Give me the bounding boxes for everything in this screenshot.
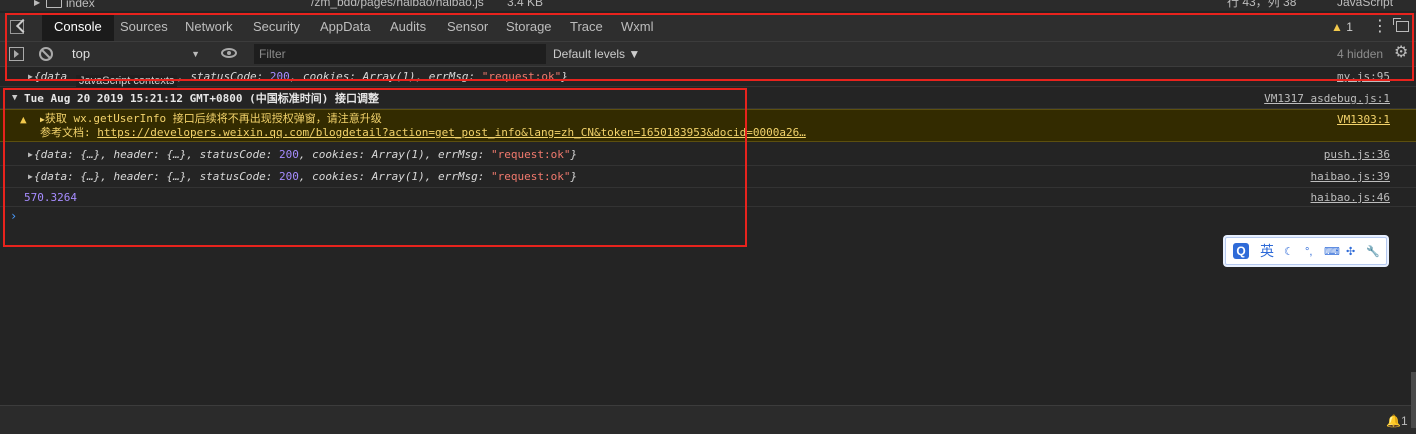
folder-icon bbox=[46, 0, 62, 8]
log-levels-dropdown[interactable]: Default levels ▼ bbox=[553, 42, 640, 66]
tab-wxml[interactable]: Wxml bbox=[609, 13, 666, 41]
warning-icon: ▲ bbox=[20, 113, 27, 126]
warning-counter[interactable]: ▲ 1 bbox=[1331, 13, 1353, 41]
console-prompt-icon[interactable]: › bbox=[10, 209, 17, 223]
source-link[interactable]: push.js:36 bbox=[1324, 144, 1390, 166]
source-link[interactable]: my.js:95 bbox=[1337, 67, 1390, 87]
hidden-count: 4 hidden bbox=[1337, 47, 1384, 61]
file-tree-row[interactable]: ▶ index bbox=[0, 0, 300, 11]
tab-sensor[interactable]: Sensor bbox=[435, 13, 500, 41]
tab-trace[interactable]: Trace bbox=[558, 13, 615, 41]
source-link[interactable]: VM1303:1 bbox=[1337, 113, 1390, 126]
ime-logo-icon[interactable]: Q bbox=[1233, 243, 1249, 259]
expand-arrow-icon[interactable]: ▶ bbox=[28, 144, 33, 166]
tab-console[interactable]: Console bbox=[42, 13, 114, 41]
file-strip: ▶ index /zm_bdd/pages/haibao/haibao.js 3… bbox=[0, 0, 1416, 11]
gear-icon[interactable]: ⚙ bbox=[1394, 45, 1408, 61]
warning-count: 1 bbox=[1346, 20, 1353, 34]
filter-input[interactable] bbox=[254, 44, 546, 64]
ime-language-toggle[interactable]: 英 bbox=[1260, 242, 1274, 260]
context-select[interactable]: top ▼ bbox=[64, 44, 206, 64]
folder-name: index bbox=[66, 0, 95, 10]
file-path: /zm_bdd/pages/haibao/haibao.js bbox=[311, 0, 484, 9]
expand-arrow-icon[interactable]: ▶ bbox=[28, 166, 33, 188]
source-link[interactable]: haibao.js:46 bbox=[1311, 188, 1390, 207]
scrollbar-thumb[interactable] bbox=[1411, 372, 1416, 428]
expand-arrow-icon[interactable]: ▶ bbox=[28, 67, 33, 87]
split-icon[interactable]: ✣ bbox=[1346, 245, 1355, 259]
log-row[interactable]: ▶ {data: {…}, header: {…}, statusCode: 2… bbox=[0, 166, 1416, 188]
show-sidebar-icon[interactable] bbox=[9, 47, 24, 61]
tab-security[interactable]: Security bbox=[241, 13, 312, 41]
console-filter-bar: top ▼ Default levels ▼ 4 hidden ⚙ bbox=[0, 42, 1416, 67]
tab-network[interactable]: Network bbox=[173, 13, 245, 41]
inspect-element-icon[interactable] bbox=[10, 20, 24, 34]
undock-icon[interactable] bbox=[1393, 18, 1409, 32]
source-link[interactable]: haibao.js:39 bbox=[1311, 166, 1390, 188]
context-value: top bbox=[72, 46, 91, 61]
clear-console-icon[interactable] bbox=[39, 47, 53, 61]
wrench-icon[interactable]: 🔧 bbox=[1366, 245, 1380, 259]
tab-sources[interactable]: Sources bbox=[108, 13, 180, 41]
devtools-tab-bar: Console Sources Network Security AppData… bbox=[0, 13, 1416, 42]
expand-arrow-icon[interactable]: ▶ bbox=[34, 0, 40, 7]
eye-icon[interactable] bbox=[221, 48, 237, 58]
more-options-icon[interactable]: ⋮ bbox=[1372, 13, 1388, 41]
log-row[interactable]: ▶ {data: {…}, header: {…}, statusCode: 2… bbox=[0, 144, 1416, 166]
tab-audits[interactable]: Audits bbox=[378, 13, 438, 41]
chevron-down-icon: ▼ bbox=[191, 49, 200, 59]
log-row-partial[interactable]: ▶ {data, statusCode: 200, cookies: Array… bbox=[0, 67, 1416, 87]
file-size: 3.4 KB bbox=[507, 0, 544, 9]
console-log[interactable]: ▶ {data, statusCode: 200, cookies: Array… bbox=[0, 67, 1416, 405]
bottom-bar: 🔔1 bbox=[0, 405, 1416, 434]
moon-icon[interactable]: ☾ bbox=[1284, 245, 1294, 259]
punctuation-icon[interactable]: °, bbox=[1305, 245, 1312, 259]
log-group-header[interactable]: ▼ Tue Aug 20 2019 15:21:12 GMT+0800 (中国标… bbox=[0, 88, 1416, 109]
tab-appdata[interactable]: AppData bbox=[308, 13, 383, 41]
source-link[interactable]: VM1317 asdebug.js:1 bbox=[1264, 88, 1390, 109]
cursor-position: 行 43，列 38 bbox=[1227, 0, 1297, 9]
number-value: 570.3264 bbox=[24, 191, 77, 204]
bell-icon[interactable]: 🔔1 bbox=[1386, 414, 1408, 428]
log-row-number[interactable]: 570.3264 haibao.js:46 bbox=[0, 188, 1416, 207]
doc-link[interactable]: https://developers.weixin.qq.com/blogdet… bbox=[97, 126, 806, 139]
collapse-arrow-icon[interactable]: ▼ bbox=[12, 88, 17, 109]
group-title: Tue Aug 20 2019 15:21:12 GMT+0800 (中国标准时… bbox=[24, 92, 380, 105]
context-tooltip: JavaScript contexts bbox=[76, 75, 178, 87]
warning-message[interactable]: ▲ ▶获取 wx.getUserInfo 接口后续将不再出现授权弹窗，请注意升级… bbox=[0, 109, 1416, 142]
keyboard-icon[interactable]: ⌨ bbox=[1324, 245, 1340, 259]
tab-storage[interactable]: Storage bbox=[494, 13, 564, 41]
language-mode[interactable]: JavaScript bbox=[1337, 0, 1393, 9]
warning-icon: ▲ bbox=[1331, 20, 1343, 34]
ime-toolbar[interactable]: Q 英 ☾ °, ⌨ ✣ 🔧 bbox=[1225, 237, 1387, 265]
